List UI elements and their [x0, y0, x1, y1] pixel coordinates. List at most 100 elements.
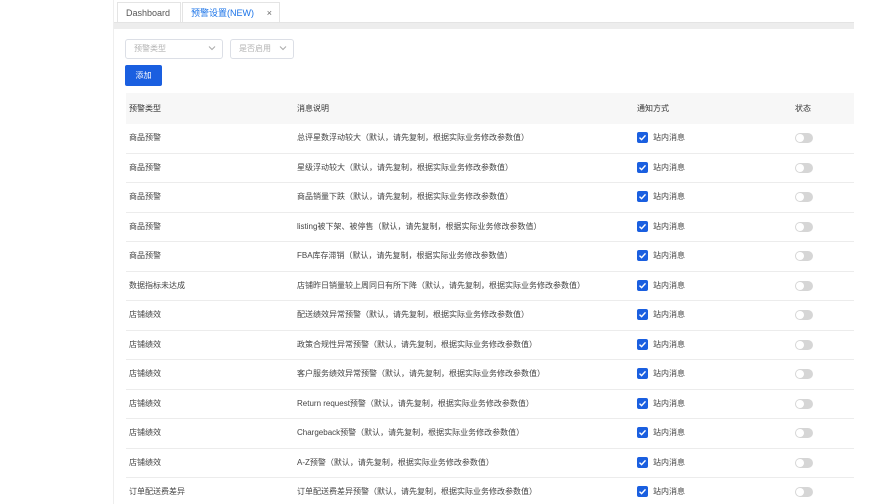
toggle-knob: [796, 252, 804, 260]
notify-checkbox[interactable]: [637, 279, 648, 291]
toggle-knob: [796, 399, 804, 408]
row-alert-type: 店铺绩效: [129, 310, 161, 319]
checkmark-icon: [639, 134, 647, 141]
notify-label: 站内消息: [653, 457, 685, 467]
notify-label: 站内消息: [653, 487, 685, 496]
row-alert-type: 店铺绩效: [129, 369, 161, 378]
checkmark-icon: [639, 193, 647, 200]
table-row: 店铺绩效 客户服务绩效异常预警（默认，请先复制，根据实际业务修改参数值） 站内消息: [126, 360, 854, 390]
row-alert-type: 商品预警: [129, 192, 161, 201]
toggle-knob: [796, 340, 804, 349]
row-message: 订单配送费差异预警（默认，请先复制，根据实际业务修改参数值）: [297, 487, 537, 496]
checkmark-icon: [639, 311, 647, 318]
row-message: 星级浮动较大（默认，请先复制，根据实际业务修改参数值）: [297, 162, 513, 172]
enabled-placeholder: 是否启用: [239, 44, 271, 53]
row-alert-type: 店铺绩效: [129, 428, 161, 437]
checkmark-icon: [639, 488, 647, 495]
row-alert-type: 数据指标未达成: [129, 280, 185, 290]
checkmark-icon: [639, 459, 647, 466]
row-message: 客户服务绩效异常预警（默认，请先复制，根据实际业务修改参数值）: [297, 369, 545, 378]
row-alert-type: 商品预警: [129, 251, 161, 260]
table-row: 店铺绩效 Chargeback预警（默认，请先复制，根据实际业务修改参数值） 站内消…: [126, 419, 854, 449]
toggle-knob: [796, 488, 804, 496]
table-row: 商品预警 总评星数浮动较大（默认，请先复制，根据实际业务修改参数值） 站内消息: [126, 124, 854, 154]
table-header: 预警类型 消息说明 通知方式 状态: [126, 93, 854, 125]
status-toggle[interactable]: [795, 133, 813, 143]
tab-bar: Dashboard 预警设置(NEW) ×: [114, 0, 854, 23]
notify-checkbox[interactable]: [637, 191, 648, 202]
toggle-knob: [796, 163, 804, 172]
table-row: 商品预警 星级浮动较大（默认，请先复制，根据实际业务修改参数值） 站内消息: [126, 153, 854, 183]
status-toggle[interactable]: [795, 398, 813, 409]
toggle-knob: [796, 311, 804, 319]
status-toggle[interactable]: [795, 369, 813, 379]
status-toggle[interactable]: [795, 310, 813, 320]
toggle-knob: [796, 134, 804, 142]
main-content: Dashboard 预警设置(NEW) × 预警类型 是否启用 添加 预警类型 …: [114, 0, 854, 504]
notify-label: 站内消息: [653, 221, 685, 231]
notify-checkbox[interactable]: [637, 368, 648, 379]
status-toggle[interactable]: [795, 251, 813, 261]
row-message: Return request预警（默认，请先复制，根据实际业务修改参数值）: [297, 398, 534, 408]
checkmark-icon: [639, 282, 647, 289]
checkmark-icon: [639, 370, 647, 377]
row-alert-type: 商品预警: [129, 162, 161, 172]
row-message: A-Z预警（默认，请先复制，根据实际业务修改参数值）: [297, 457, 494, 467]
notify-label: 站内消息: [653, 369, 685, 378]
notify-checkbox[interactable]: [637, 427, 648, 438]
notify-label: 站内消息: [653, 162, 685, 172]
notify-label: 站内消息: [653, 133, 685, 142]
toggle-knob: [796, 222, 804, 231]
header-alert-type: 预警类型: [129, 104, 161, 113]
tab-divider-strip: [114, 23, 854, 29]
notify-checkbox[interactable]: [637, 132, 648, 143]
left-sidebar-area: [0, 0, 114, 504]
notify-label: 站内消息: [653, 192, 685, 201]
status-toggle[interactable]: [795, 192, 813, 202]
notify-checkbox[interactable]: [637, 486, 648, 497]
status-toggle[interactable]: [795, 457, 813, 468]
status-toggle[interactable]: [795, 221, 813, 232]
row-message: Chargeback预警（默认，请先复制，根据实际业务修改参数值）: [297, 428, 525, 437]
notify-checkbox[interactable]: [637, 250, 648, 261]
table-row: 订单配送费差异 订单配送费差异预警（默认，请先复制，根据实际业务修改参数值） 站内消…: [126, 478, 854, 504]
table-row: 商品预警 listing被下架、被停售（默认，请先复制，根据实际业务修改参数值） 站…: [126, 212, 854, 242]
checkmark-icon: [639, 400, 647, 407]
add-button[interactable]: 添加: [125, 65, 162, 86]
header-status: 状态: [795, 104, 811, 113]
row-alert-type: 店铺绩效: [129, 398, 161, 408]
notify-checkbox[interactable]: [637, 338, 648, 350]
status-toggle[interactable]: [795, 339, 813, 350]
status-toggle[interactable]: [795, 162, 813, 173]
table-row: 店铺绩效 A-Z预警（默认，请先复制，根据实际业务修改参数值） 站内消息: [126, 448, 854, 478]
checkmark-icon: [639, 341, 647, 348]
enabled-select[interactable]: 是否启用: [230, 39, 294, 59]
close-icon[interactable]: ×: [267, 3, 272, 23]
status-toggle[interactable]: [795, 428, 813, 438]
tab-alert-settings[interactable]: 预警设置(NEW) ×: [182, 2, 280, 22]
notify-label: 站内消息: [653, 251, 685, 260]
status-toggle[interactable]: [795, 280, 813, 291]
row-message: 配送绩效异常预警（默认，请先复制，根据实际业务修改参数值）: [297, 310, 529, 319]
checkmark-icon: [639, 223, 647, 230]
row-message: 店铺昨日销量较上周同日有所下降（默认，请先复制，根据实际业务修改参数值）: [297, 280, 585, 290]
header-message: 消息说明: [297, 104, 329, 113]
row-message: FBA库存滞销（默认，请先复制，根据实际业务修改参数值）: [297, 251, 513, 260]
tab-dashboard[interactable]: Dashboard: [117, 2, 181, 22]
notify-checkbox[interactable]: [637, 220, 648, 232]
right-gutter: [854, 0, 884, 504]
notify-checkbox[interactable]: [637, 456, 648, 468]
row-alert-type: 订单配送费差异: [129, 487, 185, 496]
tab-alert-settings-label: 预警设置(NEW): [191, 8, 254, 18]
status-toggle[interactable]: [795, 487, 813, 497]
alert-type-select[interactable]: 预警类型: [125, 39, 223, 59]
notify-label: 站内消息: [653, 339, 685, 349]
toggle-knob: [796, 370, 804, 378]
notify-checkbox[interactable]: [637, 309, 648, 320]
notify-checkbox[interactable]: [637, 161, 648, 173]
row-message: 商品销量下跌（默认，请先复制，根据实际业务修改参数值）: [297, 192, 513, 201]
chevron-down-icon: [208, 46, 216, 51]
chevron-down-icon: [279, 46, 287, 51]
row-message: 政策合规性异常预警（默认，请先复制，根据实际业务修改参数值）: [297, 339, 537, 349]
notify-checkbox[interactable]: [637, 397, 648, 409]
